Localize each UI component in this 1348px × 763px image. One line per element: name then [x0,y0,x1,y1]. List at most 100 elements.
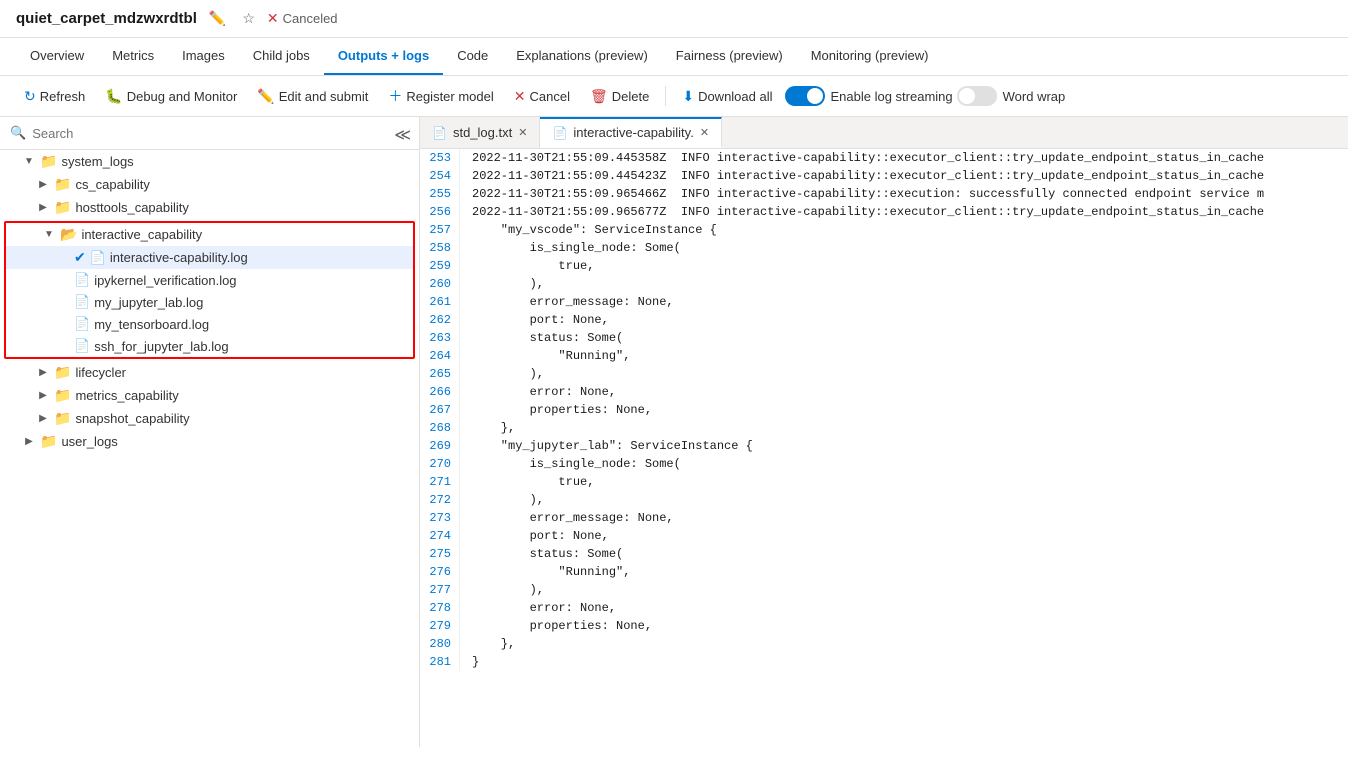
tree-item-cs-capability[interactable]: ▶ 📁 cs_capability [0,173,419,196]
tree-item-label: hosttools_capability [75,200,411,215]
tab-metrics[interactable]: Metrics [98,38,168,75]
line-content: properties: None, [460,617,664,635]
line-content: error_message: None, [460,509,686,527]
line-content: }, [460,635,527,653]
tree-item-ipykernel-verification[interactable]: 📄 ipykernel_verification.log [6,269,413,291]
tree-item-my-jupyter-lab[interactable]: 📄 my_jupyter_lab.log [6,291,413,313]
register-model-button[interactable]: ＋ Register model [380,82,501,110]
line-content: error: None, [460,599,628,617]
line-content: 2022-11-30T21:55:09.445358Z INFO interac… [460,149,1276,167]
code-line: 277 ), [420,581,1348,599]
tab-code[interactable]: Code [443,38,502,75]
code-line: 258 is_single_node: Some( [420,239,1348,257]
cancel-icon: ✕ [514,88,526,105]
code-line: 268 }, [420,419,1348,437]
line-content: "Running", [460,563,642,581]
tree-item-snapshot-capability[interactable]: ▶ 📁 snapshot_capability [0,407,419,430]
content-pane: 📄 std_log.txt ✕ 📄 interactive-capability… [420,117,1348,747]
file-icon: 📄 [90,250,106,266]
tab-monitoring[interactable]: Monitoring (preview) [797,38,943,75]
folder-icon: 📁 [54,364,71,381]
cancel-button[interactable]: ✕ Cancel [506,84,578,109]
tree-item-my-tensorboard[interactable]: 📄 my_tensorboard.log [6,313,413,335]
tree-item-label: metrics_capability [75,388,411,403]
line-content: ), [460,491,556,509]
delete-button[interactable]: 🗑 Delete [582,84,657,109]
code-line: 273 error_message: None, [420,509,1348,527]
line-content: true, [460,473,606,491]
file-tab-std-log[interactable]: 📄 std_log.txt ✕ [420,117,540,148]
tree-item-label: ipykernel_verification.log [94,273,405,288]
file-icon: 📄 [74,338,90,354]
line-number: 257 [420,221,460,239]
line-number: 277 [420,581,460,599]
word-wrap-toggle[interactable] [957,86,997,106]
tab-fairness[interactable]: Fairness (preview) [662,38,797,75]
line-number: 254 [420,167,460,185]
code-line: 2562022-11-30T21:55:09.965677Z INFO inte… [420,203,1348,221]
job-title: quiet_carpet_mdzwxrdtbl [16,10,197,27]
code-line: 266 error: None, [420,383,1348,401]
status-badge: ✕ Canceled [267,10,338,27]
line-content: port: None, [460,527,621,545]
edit-title-button[interactable]: ✏️ [205,8,230,29]
code-line: 267 properties: None, [420,401,1348,419]
line-content: ), [460,365,556,383]
line-number: 266 [420,383,460,401]
status-text: Canceled [283,11,338,26]
chevron-right-icon: ▶ [36,202,50,213]
code-line: 2542022-11-30T21:55:09.445423Z INFO inte… [420,167,1348,185]
line-number: 262 [420,311,460,329]
tab-images[interactable]: Images [168,38,239,75]
line-number: 259 [420,257,460,275]
line-content: ), [460,581,556,599]
code-view[interactable]: 2532022-11-30T21:55:09.445358Z INFO inte… [420,149,1348,747]
code-line: 275 status: Some( [420,545,1348,563]
file-tab-interactive-capability[interactable]: 📄 interactive-capability. ✕ [540,117,722,148]
line-content: port: None, [460,311,621,329]
debug-icon: 🐛 [105,88,122,105]
line-number: 263 [420,329,460,347]
debug-monitor-button[interactable]: 🐛 Debug and Monitor [97,84,245,109]
file-tab-icon: 📄 [432,126,447,140]
line-number: 278 [420,599,460,617]
collapse-sidebar-button[interactable]: ≪ [394,125,411,145]
tree-item-metrics-capability[interactable]: ▶ 📁 metrics_capability [0,384,419,407]
code-line: 2532022-11-30T21:55:09.445358Z INFO inte… [420,149,1348,167]
line-number: 255 [420,185,460,203]
tree-item-ssh-jupyter-lab[interactable]: 📄 ssh_for_jupyter_lab.log [6,335,413,357]
tab-child-jobs[interactable]: Child jobs [239,38,324,75]
toolbar-separator [665,86,666,106]
code-line: 262 port: None, [420,311,1348,329]
tab-explanations[interactable]: Explanations (preview) [502,38,662,75]
toolbar: ↻ Refresh 🐛 Debug and Monitor ✏️ Edit an… [0,76,1348,117]
edit-submit-button[interactable]: ✏️ Edit and submit [249,84,376,109]
tree-item-interactive-capability-log[interactable]: ✔ 📄 interactive-capability.log [6,246,413,269]
search-input[interactable] [32,126,409,141]
line-number: 271 [420,473,460,491]
line-number: 272 [420,491,460,509]
tree-item-system-logs[interactable]: ▼ 📁 system_logs [0,150,419,173]
tree-item-user-logs[interactable]: ▶ 📁 user_logs [0,430,419,453]
register-model-label: Register model [406,89,493,104]
line-number: 280 [420,635,460,653]
line-number: 279 [420,617,460,635]
enable-log-streaming-toggle[interactable] [785,86,825,106]
chevron-right-icon: ▶ [36,179,50,190]
enable-log-streaming-label: Enable log streaming [831,89,953,104]
tree-item-hosttools-capability[interactable]: ▶ 📁 hosttools_capability [0,196,419,219]
tree-item-lifecycler[interactable]: ▶ 📁 lifecycler [0,361,419,384]
code-line: 264 "Running", [420,347,1348,365]
delete-label: Delete [612,89,650,104]
line-content: "Running", [460,347,642,365]
favorite-button[interactable]: ☆ [238,8,259,29]
download-all-button[interactable]: ⬇ Download all [674,84,780,109]
tab-overview[interactable]: Overview [16,38,98,75]
code-line: 271 true, [420,473,1348,491]
tab-outputs-logs[interactable]: Outputs + logs [324,38,443,75]
tree-item-label: snapshot_capability [75,411,411,426]
tree-item-interactive-capability[interactable]: ▼ 📂 interactive_capability [6,223,413,246]
refresh-button[interactable]: ↻ Refresh [16,84,93,109]
close-tab-icon[interactable]: ✕ [518,126,527,139]
close-tab-icon[interactable]: ✕ [700,126,709,139]
